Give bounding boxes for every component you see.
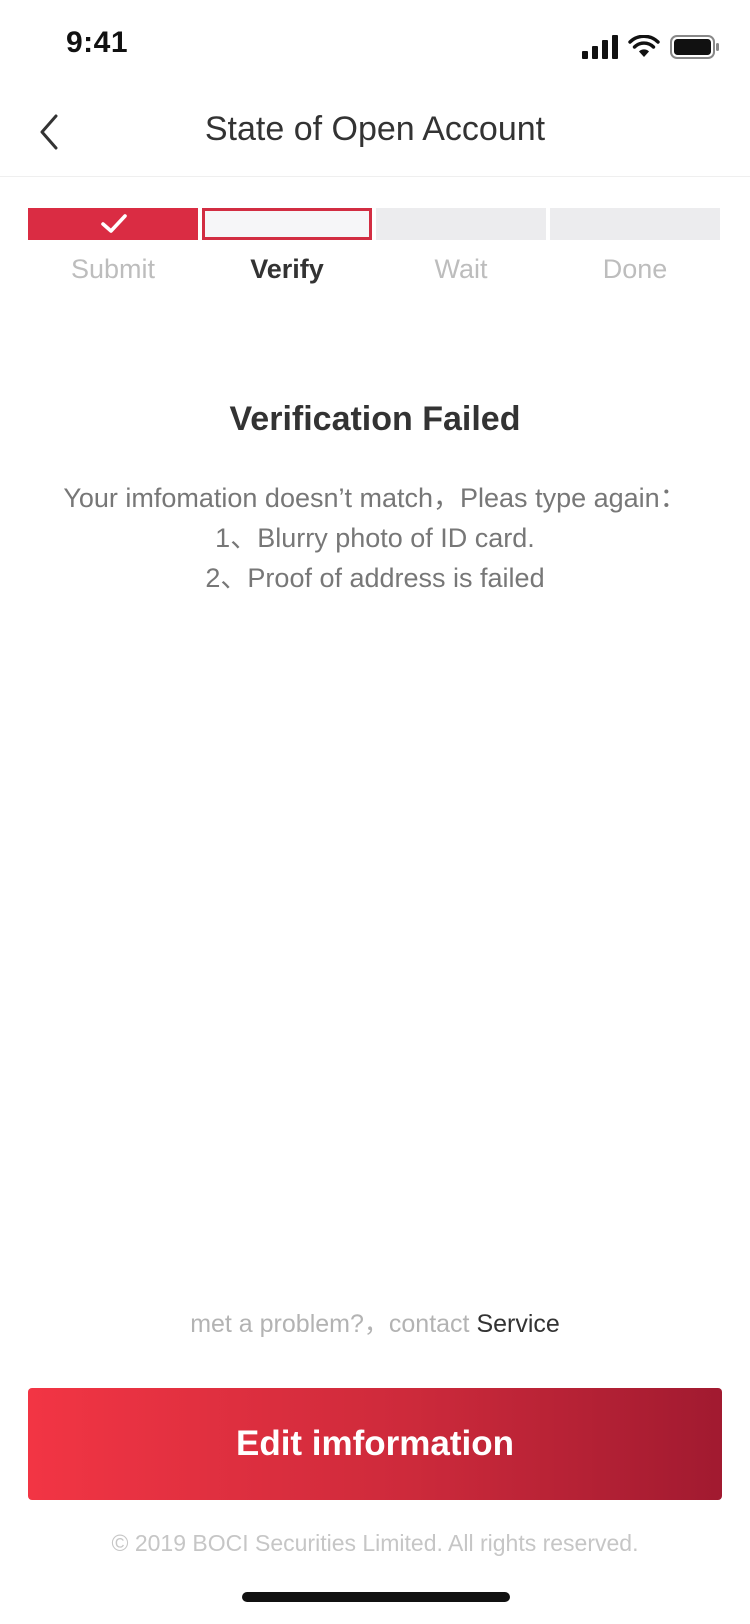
- result-message: Your imfomation doesn’t match，Pleas type…: [20, 478, 730, 598]
- status-time: 9:41: [66, 26, 129, 59]
- step-bar-submit: [28, 208, 198, 240]
- step-wait: Wait: [376, 208, 546, 285]
- progress-steps: Submit Verify Wait Done: [28, 208, 722, 298]
- nav-bar: State of Open Account: [0, 88, 750, 177]
- step-label-verify: Verify: [250, 254, 324, 284]
- step-submit: Submit: [28, 208, 198, 285]
- page-title: State of Open Account: [204, 110, 546, 148]
- step-bar-done: [550, 208, 720, 240]
- result-title: Verification Failed: [229, 400, 521, 438]
- wifi-icon: [628, 35, 660, 57]
- step-bar-wait: [376, 208, 546, 240]
- step-label-submit: Submit: [70, 254, 156, 284]
- edit-information-button[interactable]: Edit imformation: [28, 1388, 722, 1500]
- status-icons: [582, 34, 720, 60]
- step-bar-verify: [202, 208, 372, 240]
- result-reason-2: 2、Proof of address is failed: [205, 563, 545, 593]
- cellular-signal-icon: [582, 35, 618, 59]
- checkmark-icon: [101, 214, 127, 233]
- contact-prefix: met a problem?，contact: [190, 1310, 477, 1338]
- step-label-wait: Wait: [434, 254, 488, 284]
- result-reason-1: 1、Blurry photo of ID card.: [215, 523, 535, 553]
- contact-line: met a problem?，contact Service: [0, 1304, 750, 1340]
- result-message-intro: Your imfomation doesn’t match，Pleas type…: [63, 483, 687, 513]
- status-bar: 9:41: [0, 0, 750, 88]
- battery-icon: [670, 35, 719, 59]
- step-done: Done: [550, 208, 720, 285]
- step-verify: Verify: [202, 208, 372, 285]
- copyright-text: © 2019 BOCI Securities Limited. All righ…: [111, 1530, 639, 1556]
- step-label-done: Done: [602, 254, 668, 284]
- home-indicator: [242, 1592, 510, 1602]
- contact-service-link[interactable]: Service: [476, 1310, 559, 1338]
